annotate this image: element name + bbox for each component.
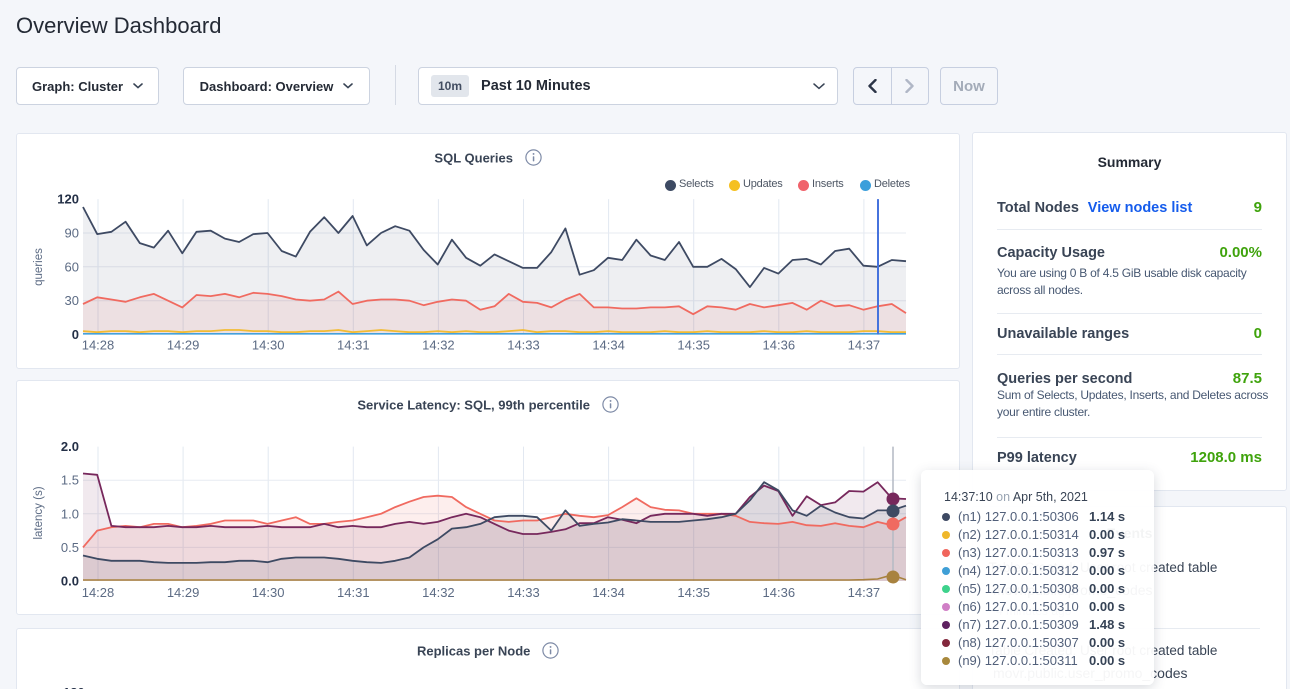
svg-text:14:31: 14:31	[337, 585, 370, 600]
svg-text:14:36: 14:36	[763, 338, 796, 353]
svg-text:0.5: 0.5	[61, 540, 79, 555]
svg-text:14:30: 14:30	[252, 585, 285, 600]
svg-text:14:34: 14:34	[592, 585, 625, 600]
svg-text:120: 120	[57, 192, 79, 207]
svg-text:90: 90	[65, 226, 79, 241]
svg-text:14:37: 14:37	[848, 338, 881, 353]
svg-text:14:30: 14:30	[252, 338, 285, 353]
svg-text:14:35: 14:35	[677, 338, 710, 353]
svg-text:0: 0	[72, 327, 79, 342]
svg-text:14:35: 14:35	[677, 585, 710, 600]
svg-text:14:29: 14:29	[167, 585, 200, 600]
svg-text:14:37: 14:37	[848, 585, 881, 600]
svg-text:14:32: 14:32	[422, 338, 455, 353]
svg-text:0.0: 0.0	[61, 574, 79, 589]
svg-text:1.5: 1.5	[61, 473, 79, 488]
svg-text:14:34: 14:34	[592, 338, 625, 353]
svg-text:14:32: 14:32	[422, 585, 455, 600]
svg-text:14:28: 14:28	[82, 585, 115, 600]
svg-text:14:31: 14:31	[337, 338, 370, 353]
svg-text:14:29: 14:29	[167, 338, 200, 353]
svg-text:latency (s): latency (s)	[33, 486, 45, 539]
svg-text:14:33: 14:33	[507, 585, 540, 600]
svg-text:14:28: 14:28	[82, 338, 115, 353]
svg-text:2.0: 2.0	[61, 439, 79, 454]
svg-text:30: 30	[65, 293, 79, 308]
svg-text:60: 60	[65, 259, 79, 274]
svg-text:14:36: 14:36	[763, 585, 796, 600]
svg-text:1.0: 1.0	[61, 506, 79, 521]
svg-text:queries: queries	[33, 248, 45, 286]
svg-text:14:33: 14:33	[507, 338, 540, 353]
